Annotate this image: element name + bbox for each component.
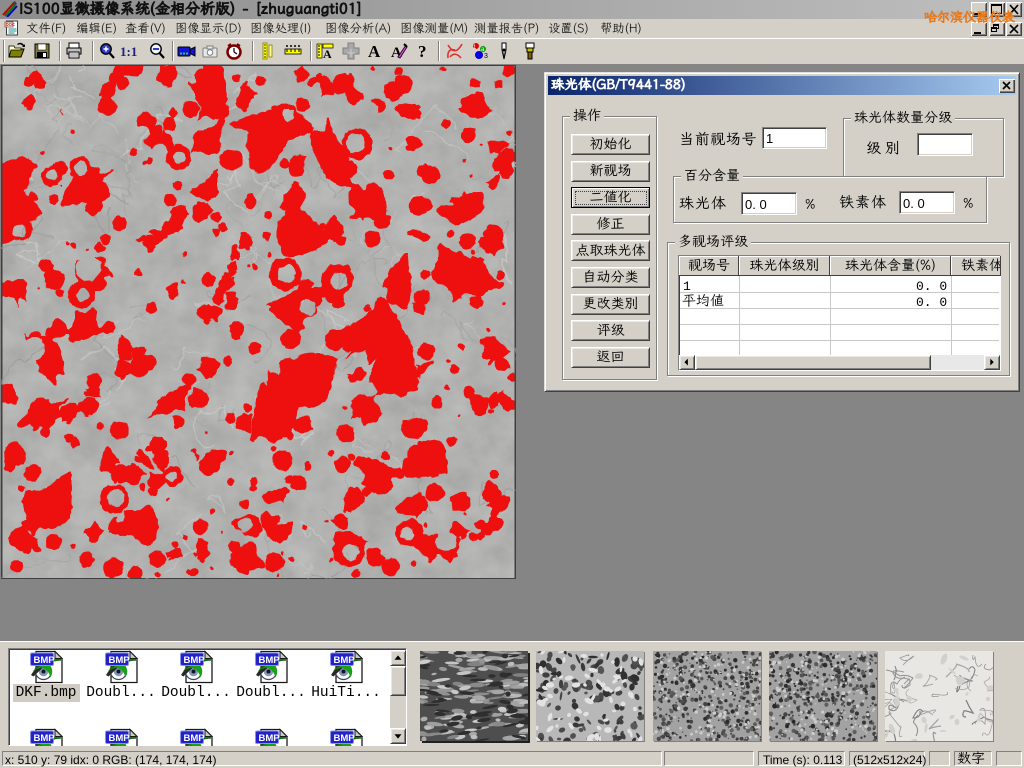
svg-text:BMP: BMP (259, 655, 281, 666)
svg-text:3: 3 (484, 53, 488, 60)
svg-text:A: A (323, 47, 332, 61)
svg-text:BMP: BMP (34, 655, 56, 666)
svg-text:?: ? (418, 42, 427, 61)
svg-text:BMP: BMP (109, 655, 131, 666)
svg-text:BMP: BMP (334, 655, 356, 666)
svg-text:BMP: BMP (259, 733, 281, 744)
svg-text:1:1: 1:1 (120, 44, 137, 59)
svg-text:BMP: BMP (109, 733, 131, 744)
svg-text:BMP: BMP (34, 733, 56, 744)
svg-text:BMP: BMP (184, 655, 206, 666)
svg-text:BMP: BMP (334, 733, 356, 744)
svg-text:BMP: BMP (184, 733, 206, 744)
svg-text:A: A (368, 42, 381, 61)
svg-text:DOC: DOC (6, 22, 15, 27)
